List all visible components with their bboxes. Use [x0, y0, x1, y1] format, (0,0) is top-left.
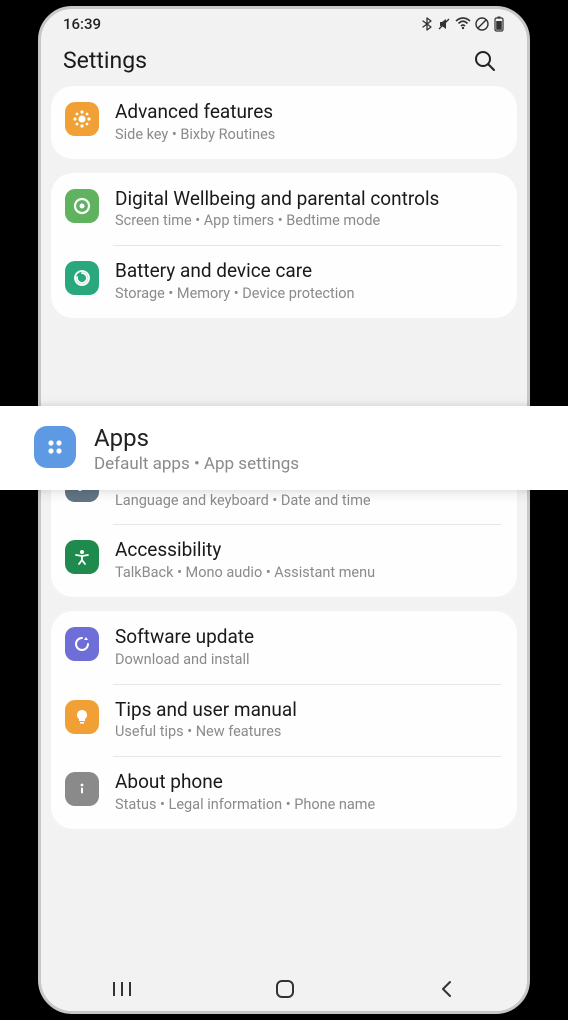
row-subtitle: Download and install [115, 651, 501, 670]
row-apps-highlighted[interactable]: Apps Default apps • App settings [0, 406, 568, 490]
row-subtitle: Screen time • App timers • Bedtime mode [115, 212, 501, 231]
row-title: Tips and user manual [115, 698, 501, 722]
row-subtitle: Status • Legal information • Phone name [115, 796, 501, 815]
row-subtitle: Useful tips • New features [115, 723, 501, 742]
settings-card: Advanced features Side key • Bixby Routi… [51, 86, 517, 159]
row-title: Apps [94, 424, 534, 452]
about-phone-icon [65, 772, 99, 806]
status-time: 16:39 [63, 15, 101, 33]
header: Settings [41, 35, 527, 86]
row-subtitle: TalkBack • Mono audio • Assistant menu [115, 564, 501, 583]
page-title: Settings [63, 47, 147, 74]
row-subtitle: Default apps • App settings [94, 454, 534, 474]
battery-icon [493, 16, 505, 32]
row-about-phone[interactable]: About phone Status • Legal information •… [51, 756, 517, 829]
row-title: Software update [115, 625, 501, 649]
row-subtitle: Side key • Bixby Routines [115, 126, 501, 145]
search-icon[interactable] [473, 49, 497, 73]
row-title: Accessibility [115, 538, 501, 562]
row-tips-manual[interactable]: Tips and user manual Useful tips • New f… [51, 684, 517, 757]
status-bar: 16:39 [41, 9, 527, 35]
row-software-update[interactable]: Software update Download and install [51, 611, 517, 684]
row-title: Battery and device care [115, 259, 501, 283]
row-digital-wellbeing[interactable]: Digital Wellbeing and parental controls … [51, 173, 517, 246]
apps-icon [34, 426, 76, 468]
nav-back-icon[interactable] [437, 979, 457, 999]
row-title: Advanced features [115, 100, 501, 124]
wifi-icon [455, 17, 471, 31]
row-advanced-features[interactable]: Advanced features Side key • Bixby Routi… [51, 86, 517, 159]
settings-card: Digital Wellbeing and parental controls … [51, 173, 517, 318]
software-update-icon [65, 627, 99, 661]
row-subtitle: Language and keyboard • Date and time [115, 492, 501, 511]
status-icons [421, 16, 505, 32]
phone-frame: 16:39 Settings Advanced features Side ke… [38, 6, 530, 1014]
row-title: About phone [115, 770, 501, 794]
nav-home-icon[interactable] [274, 978, 296, 1000]
row-battery-device-care[interactable]: Battery and device care Storage • Memory… [51, 245, 517, 318]
nav-bar [41, 967, 527, 1011]
advanced-features-icon [65, 102, 99, 136]
accessibility-icon [65, 540, 99, 574]
no-sim-icon [475, 17, 489, 31]
battery-care-icon [65, 261, 99, 295]
row-subtitle: Storage • Memory • Device protection [115, 285, 501, 304]
nav-recents-icon[interactable] [111, 979, 133, 999]
digital-wellbeing-icon [65, 189, 99, 223]
bluetooth-icon [421, 17, 433, 31]
row-title: Digital Wellbeing and parental controls [115, 187, 501, 211]
mute-icon [437, 17, 451, 31]
settings-card: Software update Download and install Tip… [51, 611, 517, 829]
tips-icon [65, 700, 99, 734]
row-accessibility[interactable]: Accessibility TalkBack • Mono audio • As… [51, 524, 517, 597]
